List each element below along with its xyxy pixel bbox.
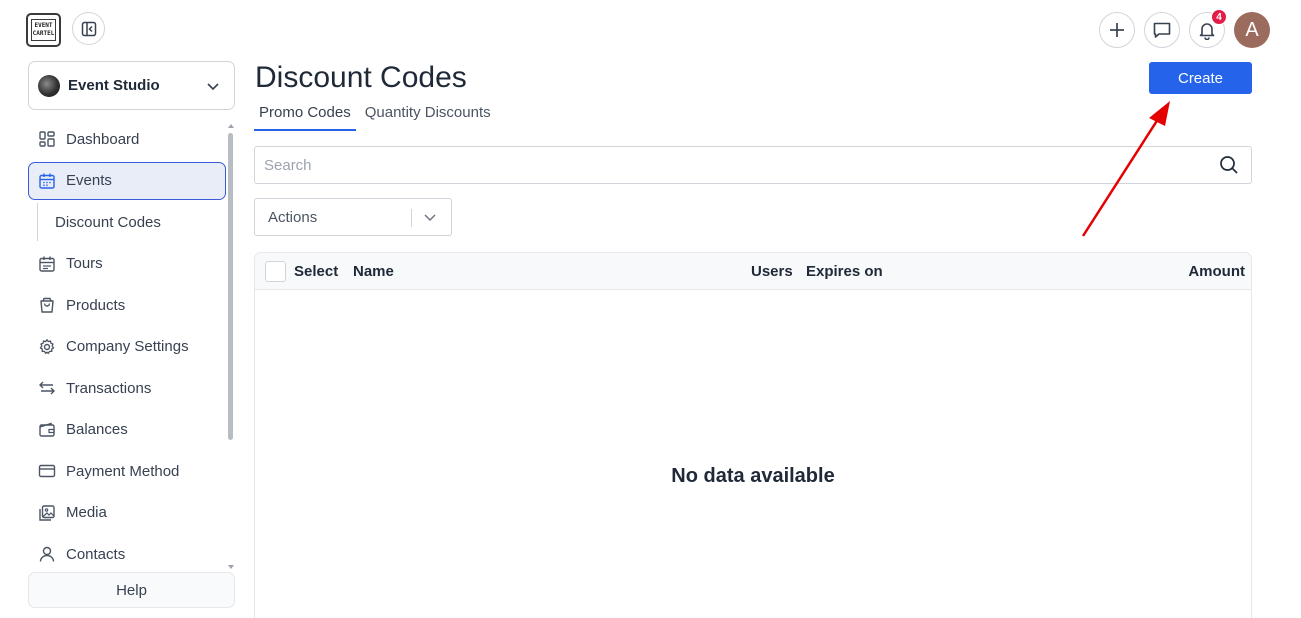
chevron-down-icon <box>424 214 436 222</box>
sidebar-subitem-discount-codes[interactable]: Discount Codes <box>37 203 226 241</box>
add-button[interactable] <box>1099 12 1135 48</box>
sidebar-item-balances[interactable]: Balances <box>28 411 226 449</box>
wallet-icon <box>39 422 55 437</box>
logo-text-line2: CARTEL <box>32 30 55 37</box>
discount-codes-table: Select Name Users Expires on Amount No d… <box>254 252 1252 618</box>
organization-avatar <box>38 74 60 97</box>
column-header-users[interactable]: Users <box>751 263 793 280</box>
discount-tabs: Promo Codes Quantity Discounts <box>254 104 500 131</box>
sidebar-item-tours[interactable]: Tours <box>28 245 226 283</box>
search-icon[interactable] <box>1219 155 1239 175</box>
logo-mark: EVENT CARTEL <box>31 19 56 41</box>
sidebar-item-label: Company Settings <box>66 338 189 355</box>
column-header-expires-on[interactable]: Expires on <box>806 263 883 280</box>
sidebar-item-label: Events <box>66 172 112 189</box>
dashboard-icon <box>39 131 55 147</box>
sidebar-item-dashboard[interactable]: Dashboard <box>28 120 226 158</box>
column-header-select: Select <box>294 263 339 280</box>
logo-text-line1: EVENT <box>34 22 53 29</box>
sidebar-item-label: Contacts <box>66 545 126 563</box>
sidebar-item-products[interactable]: Products <box>28 286 226 324</box>
sidebar-item-label: Products <box>66 296 126 314</box>
plus-icon <box>1110 23 1124 37</box>
sidebar-item-media[interactable]: Media <box>28 494 226 532</box>
tab-quantity-discounts[interactable]: Quantity Discounts <box>360 104 496 131</box>
search-input[interactable] <box>264 156 1219 174</box>
sidebar-item-label: Dashboard <box>66 130 140 148</box>
sidebar-item-transactions[interactable]: Transactions <box>28 369 226 407</box>
user-avatar[interactable]: A <box>1234 12 1270 48</box>
select-all-checkbox[interactable] <box>265 261 286 282</box>
brand-logo[interactable]: EVENT CARTEL <box>26 13 61 47</box>
organization-switcher[interactable]: Event Studio <box>28 61 235 110</box>
calendar-icon <box>39 256 55 272</box>
sidebar-item-contacts[interactable]: Contacts <box>28 535 226 573</box>
create-button[interactable]: Create <box>1149 62 1252 94</box>
sidebar-item-label: Tours <box>66 255 103 272</box>
scroll-up-arrow[interactable] <box>228 124 234 128</box>
sidebar-item-label: Media <box>66 504 107 521</box>
scroll-down-arrow[interactable] <box>228 565 234 569</box>
column-header-amount[interactable]: Amount <box>1188 263 1245 280</box>
chat-icon <box>1153 22 1171 38</box>
sidebar-item-label: Transactions <box>66 379 152 397</box>
actions-dropdown[interactable]: Actions <box>254 198 452 236</box>
notifications-button[interactable]: 4 <box>1189 9 1227 48</box>
table-header: Select Name Users Expires on Amount <box>255 253 1251 290</box>
dropdown-divider <box>411 209 412 227</box>
sidebar-item-label: Balances <box>66 421 128 438</box>
user-icon <box>39 546 55 562</box>
messages-button[interactable] <box>1144 12 1180 48</box>
sidebar-item-payment-method[interactable]: Payment Method <box>28 452 226 490</box>
sidebar-collapse-icon <box>81 21 96 36</box>
tab-promo-codes[interactable]: Promo Codes <box>254 104 356 131</box>
sidebar-item-events[interactable]: Events <box>28 161 226 200</box>
sidebar-item-company-settings[interactable]: Company Settings <box>28 328 226 366</box>
annotation-arrow <box>1081 101 1170 237</box>
actions-label: Actions <box>268 208 318 226</box>
sidebar-scrollbar[interactable] <box>228 133 233 440</box>
gear-icon <box>39 338 55 354</box>
calendar-icon <box>39 173 55 189</box>
shopping-bag-icon <box>40 297 54 313</box>
arrows-swap-icon <box>39 381 55 395</box>
images-icon <box>39 504 55 521</box>
page-title: Discount Codes <box>255 61 467 94</box>
sidebar-item-label: Discount Codes <box>55 213 161 231</box>
help-button[interactable]: Help <box>28 572 235 608</box>
sidebar-item-label: Payment Method <box>66 462 180 480</box>
column-header-name[interactable]: Name <box>353 263 394 280</box>
notification-badge: 4 <box>1211 9 1227 25</box>
chevron-down-icon <box>207 82 219 90</box>
credit-card-icon <box>38 464 56 478</box>
organization-name: Event Studio <box>68 77 160 94</box>
collapse-sidebar-button[interactable] <box>72 12 105 45</box>
sidebar-nav: Dashboard Events Discount Codes Tours Pr… <box>28 120 226 577</box>
empty-state-message: No data available <box>671 465 835 487</box>
